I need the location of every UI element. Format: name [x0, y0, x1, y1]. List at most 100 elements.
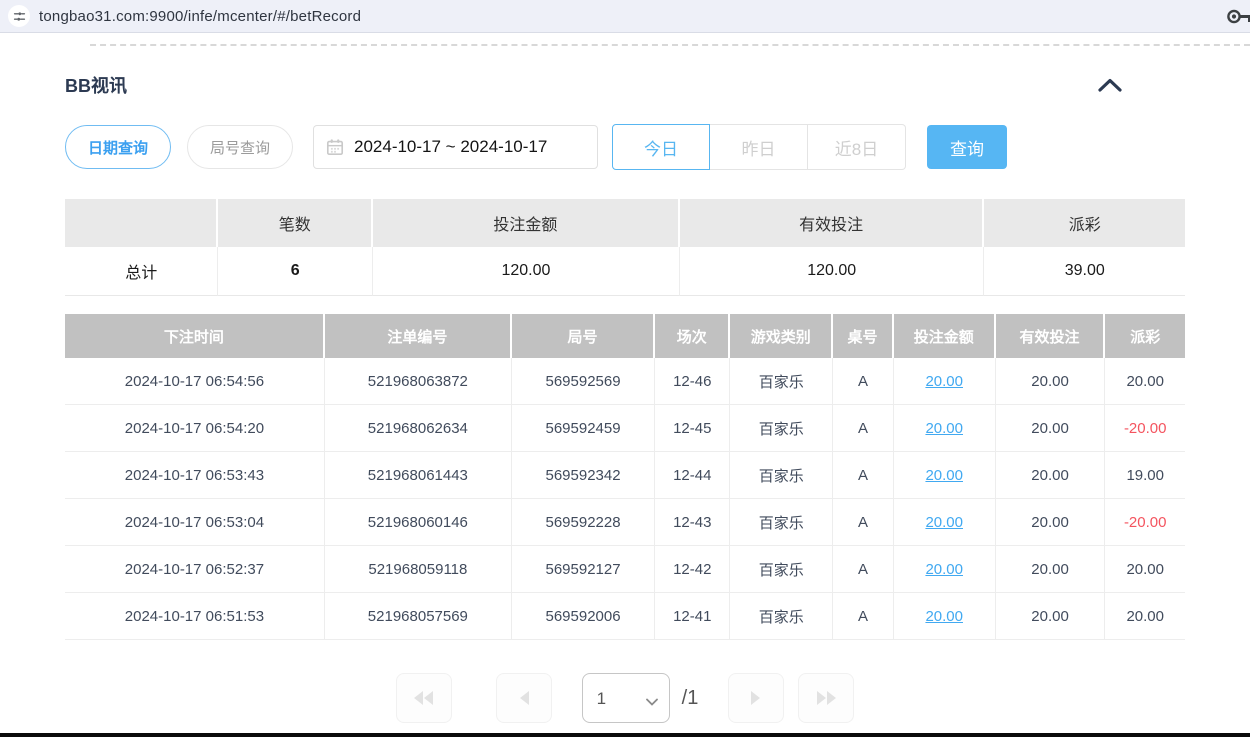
bet-amount-cell[interactable]: 20.00: [894, 593, 996, 640]
bet-id-cell: 521968063872: [325, 358, 512, 405]
panel-title: BB视讯: [65, 72, 127, 98]
valid-bet-cell: 20.00: [996, 405, 1106, 452]
bet-time-cell: 2024-10-17 06:52:37: [65, 546, 325, 593]
records-header-cell: 有效投注: [996, 314, 1106, 358]
summary-value-cell: 39.00: [984, 247, 1185, 296]
bet-time-cell: 2024-10-17 06:54:20: [65, 405, 325, 452]
session-cell: 12-44: [655, 452, 730, 499]
payout-cell: -20.00: [1105, 405, 1185, 452]
site-settings-icon[interactable]: [8, 5, 30, 27]
table-no-cell: A: [833, 499, 893, 546]
bet-amount-link[interactable]: 20.00: [925, 420, 963, 437]
bet-id-cell: 521968060146: [325, 499, 512, 546]
summary-row-label: 总计: [65, 247, 218, 296]
window-bottom-edge: [0, 733, 1250, 737]
round-no-cell: 569592127: [512, 546, 655, 593]
session-cell: 12-41: [655, 593, 730, 640]
records-header-cell: 下注时间: [65, 314, 325, 358]
summary-value-cell: 120.00: [373, 247, 680, 296]
url-text[interactable]: tongbao31.com:9900/infe/mcenter/#/betRec…: [39, 8, 361, 25]
quick-range-button[interactable]: 近8日: [808, 124, 906, 170]
bet-amount-cell[interactable]: 20.00: [894, 405, 996, 452]
bet-amount-cell[interactable]: 20.00: [894, 499, 996, 546]
quick-range-button[interactable]: 昨日: [710, 124, 808, 170]
bet-time-cell: 2024-10-17 06:53:43: [65, 452, 325, 499]
round-no-cell: 569592569: [512, 358, 655, 405]
table-row: 2024-10-17 06:54:56521968063872569592569…: [65, 358, 1185, 405]
valid-bet-cell: 20.00: [996, 593, 1106, 640]
records-header-cell: 游戏类别: [730, 314, 833, 358]
bet-id-cell: 521968062634: [325, 405, 512, 452]
quick-range-group: 今日昨日近8日: [612, 124, 906, 170]
game-type-cell: 百家乐: [730, 358, 833, 405]
page-select-wrap: 1: [582, 673, 670, 723]
bet-time-cell: 2024-10-17 06:54:56: [65, 358, 325, 405]
dashed-separator: [90, 44, 1250, 46]
browser-address-bar[interactable]: tongbao31.com:9900/infe/mcenter/#/betRec…: [0, 0, 1250, 33]
summary-header-cell: [65, 199, 218, 247]
calendar-icon: [326, 138, 344, 156]
records-header-row: 下注时间注单编号局号场次游戏类别桌号投注金额有效投注派彩: [65, 314, 1185, 358]
bet-amount-cell[interactable]: 20.00: [894, 452, 996, 499]
session-cell: 12-42: [655, 546, 730, 593]
game-type-cell: 百家乐: [730, 499, 833, 546]
bet-amount-link[interactable]: 20.00: [925, 561, 963, 578]
prev-page-button[interactable]: [496, 673, 552, 723]
records-header-cell: 派彩: [1105, 314, 1185, 358]
session-cell: 12-46: [655, 358, 730, 405]
bet-amount-link[interactable]: 20.00: [925, 514, 963, 531]
pagination: 1 /1: [65, 673, 1185, 723]
summary-total-row: 总计6120.00120.0039.00: [65, 247, 1185, 296]
bet-amount-cell[interactable]: 20.00: [894, 546, 996, 593]
summary-header-cell: 派彩: [984, 199, 1185, 247]
valid-bet-cell: 20.00: [996, 546, 1106, 593]
records-header-cell: 桌号: [833, 314, 893, 358]
records-header-cell: 局号: [512, 314, 655, 358]
round-no-cell: 569592006: [512, 593, 655, 640]
next-page-button[interactable]: [728, 673, 784, 723]
date-range-picker[interactable]: 2024-10-17 ~ 2024-10-17: [313, 125, 598, 169]
payout-cell: -20.00: [1105, 499, 1185, 546]
game-type-cell: 百家乐: [730, 546, 833, 593]
page-select[interactable]: 1: [582, 673, 670, 723]
collapse-chevron-up-icon[interactable]: [1097, 77, 1123, 93]
payout-cell: 20.00: [1105, 593, 1185, 640]
quick-range-button[interactable]: 今日: [612, 124, 710, 170]
records-header-cell: 投注金额: [894, 314, 996, 358]
summary-header-cell: 投注金额: [373, 199, 680, 247]
summary-header-cell: 笔数: [218, 199, 373, 247]
table-no-cell: A: [833, 546, 893, 593]
first-page-button[interactable]: [396, 673, 452, 723]
bet-id-cell: 521968057569: [325, 593, 512, 640]
records-header-cell: 注单编号: [325, 314, 512, 358]
summary-value-cell: 6: [218, 247, 373, 296]
bet-amount-link[interactable]: 20.00: [925, 608, 963, 625]
round-no-cell: 569592342: [512, 452, 655, 499]
table-row: 2024-10-17 06:52:37521968059118569592127…: [65, 546, 1185, 593]
search-button[interactable]: 查询: [927, 125, 1007, 169]
valid-bet-cell: 20.00: [996, 358, 1106, 405]
payout-cell: 20.00: [1105, 546, 1185, 593]
game-type-cell: 百家乐: [730, 593, 833, 640]
payout-cell: 20.00: [1105, 358, 1185, 405]
table-no-cell: A: [833, 358, 893, 405]
table-row: 2024-10-17 06:54:20521968062634569592459…: [65, 405, 1185, 452]
round-no-cell: 569592228: [512, 499, 655, 546]
bet-amount-link[interactable]: 20.00: [925, 373, 963, 390]
round-query-tab[interactable]: 局号查询: [187, 125, 293, 169]
date-range-value: 2024-10-17 ~ 2024-10-17: [354, 137, 547, 157]
table-no-cell: A: [833, 405, 893, 452]
table-row: 2024-10-17 06:51:53521968057569569592006…: [65, 593, 1185, 640]
bet-amount-cell[interactable]: 20.00: [894, 358, 996, 405]
bet-record-panel: BB视讯 日期查询 局号查询 2024-10-17 ~ 2024: [0, 72, 1250, 723]
table-no-cell: A: [833, 452, 893, 499]
bet-id-cell: 521968061443: [325, 452, 512, 499]
last-page-button[interactable]: [798, 673, 854, 723]
bet-time-cell: 2024-10-17 06:53:04: [65, 499, 325, 546]
table-no-cell: A: [833, 593, 893, 640]
page-total-label: /1: [682, 687, 699, 710]
password-key-icon[interactable]: [1226, 8, 1250, 30]
date-query-tab[interactable]: 日期查询: [65, 125, 171, 169]
session-cell: 12-45: [655, 405, 730, 452]
bet-amount-link[interactable]: 20.00: [925, 467, 963, 484]
